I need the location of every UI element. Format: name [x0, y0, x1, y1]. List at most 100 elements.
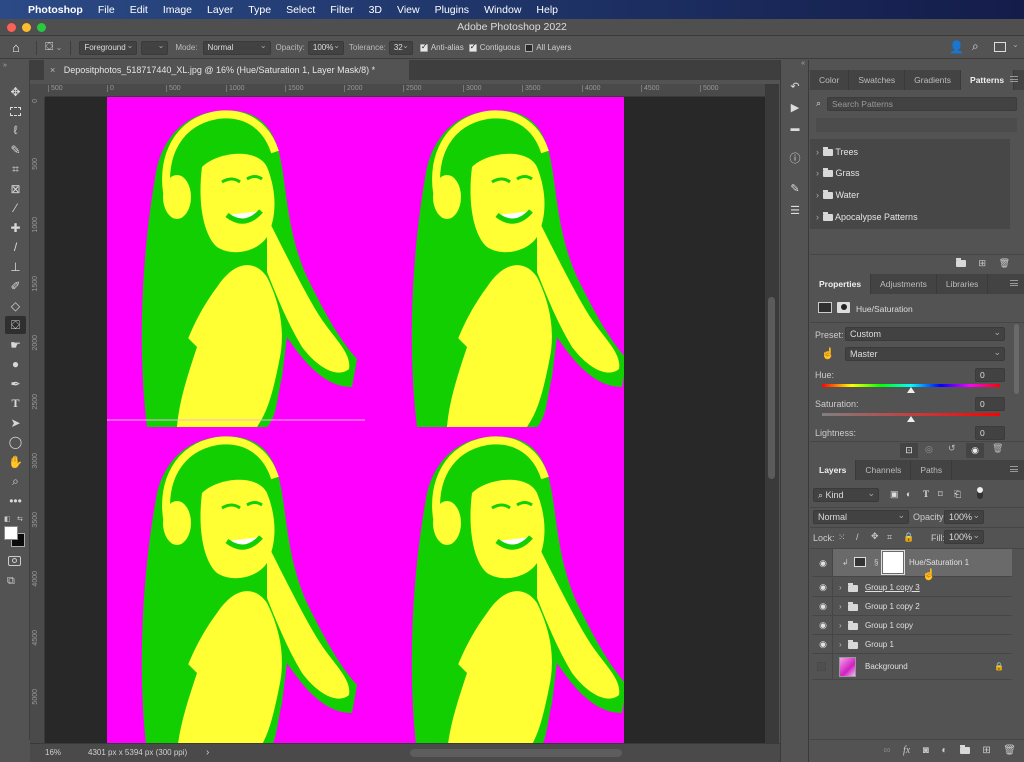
history-panel-icon[interactable]: ↶: [785, 78, 805, 96]
more-tools-icon[interactable]: •••: [5, 492, 26, 510]
expand-panels-icon[interactable]: «: [801, 60, 805, 67]
menu-file[interactable]: File: [98, 4, 115, 16]
search-icon[interactable]: ⌕: [972, 39, 979, 54]
lock-position-icon[interactable]: ✥: [871, 531, 879, 542]
layer-name[interactable]: Group 1 copy 3: [865, 578, 920, 597]
path-selection-tool-icon[interactable]: ➤: [5, 414, 26, 432]
canvas-area[interactable]: [45, 97, 765, 743]
tab-layers[interactable]: Layers: [810, 460, 857, 480]
menu-help[interactable]: Help: [536, 4, 558, 16]
delete-adjustment-icon[interactable]: 🗑: [992, 443, 1003, 454]
chevron-right-icon[interactable]: ›: [839, 635, 842, 654]
link-icon[interactable]: §: [874, 549, 878, 577]
menu-3d[interactable]: 3D: [369, 4, 382, 16]
eyedropper-tool-icon[interactable]: ⁄: [5, 199, 26, 217]
tab-color[interactable]: Color: [810, 70, 850, 90]
foreground-color-swatch[interactable]: [4, 526, 18, 540]
vertical-scrollbar[interactable]: [765, 84, 779, 743]
chevron-right-icon[interactable]: ›: [816, 147, 819, 157]
close-document-icon[interactable]: ×: [50, 65, 55, 75]
delete-layer-icon[interactable]: 🗑: [1003, 741, 1016, 761]
default-colors-icon[interactable]: ◧: [4, 515, 11, 523]
tolerance-input[interactable]: 32: [388, 40, 413, 55]
ellipse-tool-icon[interactable]: ◯: [5, 433, 26, 451]
workspace-chevron-icon[interactable]: ⌄: [1012, 40, 1019, 49]
lock-artboard-icon[interactable]: ⌗: [887, 532, 892, 543]
home-icon[interactable]: ⌂: [12, 40, 28, 55]
layer-row-background[interactable]: Background 🔒: [812, 654, 1012, 680]
link-layers-icon[interactable]: ∞: [883, 741, 890, 761]
horizontal-ruler[interactable]: 500 0 500 1000 1500 2000 2500 3000 3500 4000 4500 5…: [45, 84, 765, 97]
tab-gradients[interactable]: Gradients: [905, 70, 962, 90]
crop-tool-icon[interactable]: ⌗: [5, 160, 26, 178]
chevron-right-icon[interactable]: ›: [816, 168, 819, 178]
filter-type-icon[interactable]: T: [923, 489, 929, 499]
workspace-icon[interactable]: [994, 42, 1006, 52]
contiguous-checkbox[interactable]: [468, 42, 477, 52]
visibility-eye-icon[interactable]: ◉: [816, 597, 830, 616]
history-brush-tool-icon[interactable]: ✐: [5, 277, 26, 295]
clip-to-layer-icon[interactable]: ⊡: [900, 443, 918, 458]
mode-dropdown[interactable]: Normal: [202, 40, 271, 55]
tab-patterns[interactable]: Patterns: [961, 70, 1015, 90]
lock-all-icon[interactable]: 🔒: [903, 532, 914, 543]
quick-selection-tool-icon[interactable]: ✎: [5, 141, 26, 159]
info-panel-icon[interactable]: ⓘ: [785, 150, 805, 168]
fill-source-dropdown[interactable]: Foreground: [79, 40, 138, 55]
preset-dropdown[interactable]: Custom: [845, 326, 1005, 341]
new-group-icon[interactable]: [955, 258, 966, 268]
menu-view[interactable]: View: [397, 4, 420, 16]
adjustment-settings-icon[interactable]: [818, 302, 832, 313]
hue-slider-thumb[interactable]: [907, 387, 915, 393]
pattern-group-trees[interactable]: › Trees: [816, 145, 858, 159]
panel-menu-icon[interactable]: [1010, 280, 1018, 286]
adjustments-panel-icon[interactable]: ☰: [785, 202, 805, 220]
all-layers-checkbox[interactable]: [525, 43, 534, 52]
lock-transparent-pixels-icon[interactable]: ⁙: [838, 532, 846, 543]
swap-colors-icon[interactable]: ⇆: [17, 515, 23, 523]
search-patterns-input[interactable]: Search Patterns: [827, 97, 1017, 111]
menu-layer[interactable]: Layer: [207, 4, 233, 16]
vertical-scroll-thumb[interactable]: [768, 297, 775, 479]
pattern-picker-dropdown[interactable]: [141, 40, 169, 55]
menu-edit[interactable]: Edit: [130, 4, 148, 16]
tab-properties[interactable]: Properties: [810, 274, 872, 294]
screen-mode-icon[interactable]: ⧉: [7, 575, 15, 588]
pen-tool-icon[interactable]: ✒: [5, 375, 26, 393]
horizontal-scroll-thumb[interactable]: [410, 749, 622, 757]
close-window-button[interactable]: [7, 23, 16, 32]
layer-row-group-1-copy[interactable]: ◉ › Group 1 copy: [812, 616, 1012, 635]
layer-name[interactable]: Hue/Saturation 1: [909, 549, 969, 577]
delete-icon[interactable]: 🗑: [999, 258, 1010, 268]
layer-fill-input[interactable]: 100%: [944, 529, 984, 544]
layer-row-hue-saturation[interactable]: ◉ ↲ § Hue/Saturation 1 ☝: [812, 549, 1012, 581]
visibility-eye-icon[interactable]: ◉: [816, 549, 830, 577]
saturation-input[interactable]: 0: [975, 397, 1005, 411]
layer-name[interactable]: Background: [865, 654, 908, 680]
pattern-group-grass[interactable]: › Grass: [816, 166, 860, 180]
minimize-window-button[interactable]: [22, 23, 31, 32]
new-pattern-icon[interactable]: ⊞: [979, 258, 987, 268]
share-user-icon[interactable]: 👤: [949, 40, 964, 54]
channel-dropdown[interactable]: Master: [845, 346, 1005, 361]
type-tool-icon[interactable]: T: [5, 394, 26, 412]
quick-mask-icon[interactable]: [8, 556, 21, 566]
chevron-right-icon[interactable]: ›: [816, 212, 819, 222]
layer-name[interactable]: Group 1 copy 2: [865, 597, 920, 616]
panel-menu-icon[interactable]: [1010, 76, 1018, 82]
filter-shape-icon[interactable]: ⌑: [938, 489, 943, 500]
pattern-group-apocalypse[interactable]: › Apocalypse Patterns: [816, 210, 918, 224]
clone-stamp-tool-icon[interactable]: ⊥: [5, 258, 26, 276]
document-canvas[interactable]: [107, 97, 624, 743]
collapse-toolbar-icon[interactable]: »: [3, 62, 7, 69]
eraser-tool-icon[interactable]: ◇: [5, 297, 26, 315]
all-layers-option[interactable]: All Layers: [525, 43, 571, 52]
background-thumbnail[interactable]: [839, 657, 856, 677]
layer-row-group-1-copy-3[interactable]: ◉ › Group 1 copy 3: [812, 578, 1012, 597]
actions-panel-icon[interactable]: ▶: [785, 99, 805, 117]
status-menu-arrow[interactable]: ›: [206, 747, 209, 758]
visibility-eye-icon[interactable]: ◉: [816, 635, 830, 654]
menu-window[interactable]: Window: [484, 4, 521, 16]
adjustment-thumbnail-icon[interactable]: [854, 557, 866, 567]
add-mask-icon[interactable]: ◙: [923, 741, 929, 761]
